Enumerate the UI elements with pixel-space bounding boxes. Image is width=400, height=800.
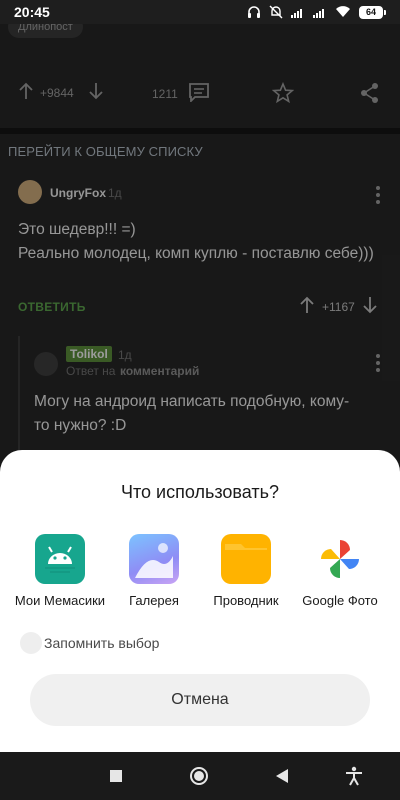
app-label: Галерея — [129, 593, 179, 608]
app-label: Мои Мемасики — [14, 593, 106, 608]
battery-icon: 64 — [359, 5, 386, 19]
signal-icon-2 — [313, 6, 327, 18]
accessibility-icon[interactable] — [344, 766, 364, 786]
android-app-icon — [35, 534, 85, 584]
folder-icon — [221, 534, 271, 584]
app-label: Проводник — [213, 593, 279, 608]
app-option-google-photos[interactable]: Google Фото — [290, 534, 390, 608]
remember-choice[interactable]: Запомнить выбор — [20, 632, 159, 654]
chooser-title: Что использовать? — [120, 482, 280, 502]
battery-level: 64 — [359, 5, 383, 19]
recents-square-icon[interactable] — [106, 766, 126, 786]
wifi-icon — [335, 6, 351, 18]
home-circle-icon[interactable] — [189, 766, 209, 786]
status-time: 20:45 — [14, 4, 50, 20]
remember-label: Запомнить выбор — [44, 635, 160, 651]
app-label: Google Фото — [302, 593, 378, 608]
remember-checkbox[interactable] — [20, 632, 42, 654]
headphones-icon — [247, 5, 261, 19]
gallery-icon — [129, 534, 179, 584]
back-triangle-icon[interactable] — [272, 766, 292, 786]
mute-bell-icon — [269, 5, 283, 19]
signal-icon — [291, 6, 305, 18]
app-chooser-sheet: Что использовать? Мои Мемасики Галерея П… — [0, 450, 400, 752]
status-bar: 20:45 64 — [0, 0, 400, 24]
cancel-button[interactable]: Отмена — [30, 674, 370, 726]
app-option-memes[interactable]: Мои Мемасики — [10, 534, 110, 608]
google-photos-icon — [315, 534, 365, 584]
navigation-bar — [0, 752, 400, 800]
app-option-gallery[interactable]: Галерея — [104, 534, 204, 608]
app-option-file-manager[interactable]: Проводник — [196, 534, 296, 608]
